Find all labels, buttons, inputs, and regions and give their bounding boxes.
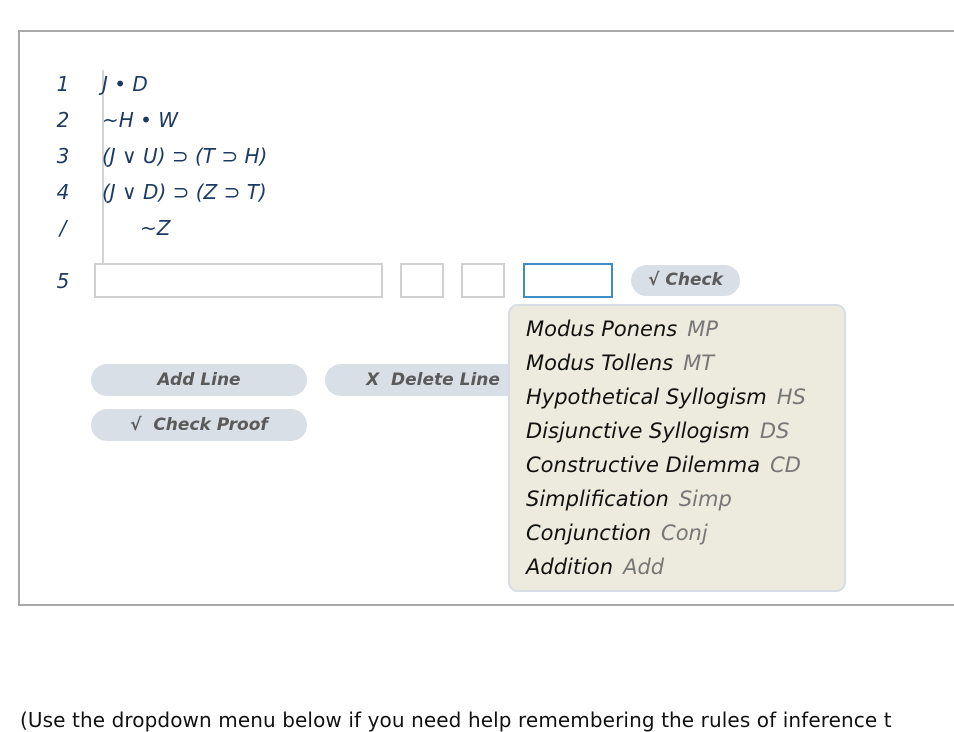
rule-name: Conjunction	[526, 521, 652, 545]
check-proof-button[interactable]: √ Check Proof	[91, 409, 307, 441]
rule-abbr: Add	[623, 555, 665, 579]
line-number: 3	[56, 144, 70, 168]
rules-autocomplete-dropdown: Modus Ponens MP Modus Tollens MT Hypotheti…	[508, 304, 846, 592]
rule-option-simplification[interactable]: Simplification Simp	[526, 482, 732, 516]
line-ref-2-input[interactable]	[461, 263, 505, 298]
rule-name: Constructive Dilemma	[526, 453, 761, 477]
rule-name: Modus Ponens	[526, 317, 678, 341]
premise-formula: ~H • W	[102, 108, 179, 132]
rules-help-hint: (Use the dropdown menu below if you need…	[20, 708, 892, 732]
rule-abbr: Simp	[678, 487, 732, 511]
check-line-button[interactable]: √ Check	[631, 265, 740, 296]
premise-formula: (J ∨ D) ⊃ (Z ⊃ T)	[102, 180, 267, 204]
rule-option-modus-ponens[interactable]: Modus Ponens MP	[526, 312, 718, 346]
rule-option-modus-tollens[interactable]: Modus Tollens MT	[526, 346, 714, 380]
rule-option-hypothetical-syllogism[interactable]: Hypothetical Syllogism HS	[526, 380, 806, 414]
formula-input[interactable]	[94, 263, 383, 298]
rule-input[interactable]	[523, 263, 613, 298]
line-ref-1-input[interactable]	[400, 263, 444, 298]
rule-name: Hypothetical Syllogism	[526, 385, 767, 409]
rule-abbr: CD	[770, 453, 801, 477]
rule-option-disjunctive-syllogism[interactable]: Disjunctive Syllogism DS	[526, 414, 789, 448]
rule-abbr: Conj	[661, 521, 708, 545]
rule-name: Addition	[526, 555, 614, 579]
add-line-button[interactable]: Add Line	[91, 364, 307, 396]
rule-option-constructive-dilemma[interactable]: Constructive Dilemma CD	[526, 448, 801, 482]
line-number: 5	[56, 269, 70, 293]
rule-name: Simplification	[526, 487, 669, 511]
rule-abbr: HS	[776, 385, 806, 409]
rule-option-addition[interactable]: Addition Add	[526, 550, 664, 584]
rule-option-conjunction[interactable]: Conjunction Conj	[526, 516, 708, 550]
rule-abbr: DS	[759, 419, 790, 443]
rule-name: Disjunctive Syllogism	[526, 419, 750, 443]
rule-abbr: MT	[683, 351, 715, 375]
rule-name: Modus Tollens	[526, 351, 674, 375]
rule-abbr: MP	[687, 317, 719, 341]
conclusion-marker: /	[59, 216, 67, 240]
conclusion-formula: ~Z	[140, 216, 171, 240]
premise-formula: (J ∨ U) ⊃ (T ⊃ H)	[102, 144, 268, 168]
premise-formula: J • D	[102, 72, 148, 96]
line-number: 2	[56, 108, 70, 132]
proof-panel: 1 J • D 2 ~H • W 3 (J ∨ U) ⊃ (T ⊃ H) 4 (…	[18, 30, 954, 606]
line-number: 4	[56, 180, 70, 204]
line-number: 1	[56, 72, 70, 96]
